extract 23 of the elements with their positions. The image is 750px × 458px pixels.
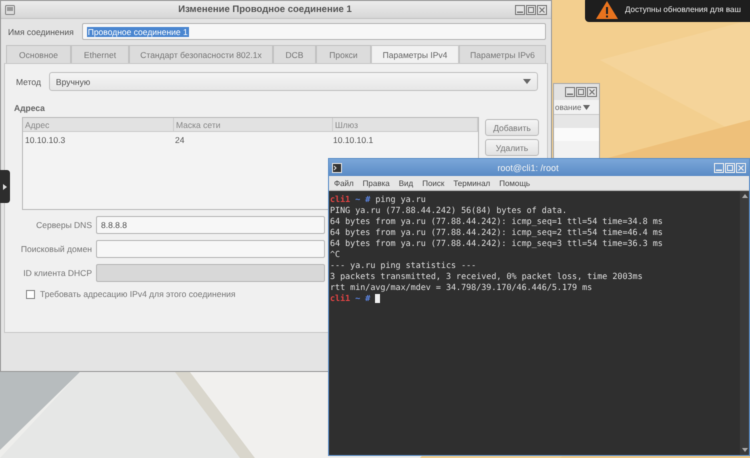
field-label: Поисковый домен [20,244,92,254]
terminal-line: 3 packets transmitted, 3 received, 0% packet loss, time 2003ms [330,271,643,282]
notification-text: Доступны обновления для ваш [625,5,741,14]
window-title: root@cli1: /root [496,162,560,172]
terminal-line: rtt min/avg/max/mdev = 34.798/39.170/46.446/5.179 ms [330,282,592,293]
terminal-line: --- ya.ru ping statistics --- [330,260,476,271]
field-label: ID клиента DHCP [22,268,92,278]
terminal-line: cli1 ~ # [330,293,370,304]
checkbox-label: Требовать адресацию IPv4 для этого соединения [40,289,236,299]
terminal-line: cli1 ~ # ping ya.ru [330,194,426,205]
field-label: Метод [15,76,41,86]
field-label: Серверы DNS [35,220,92,230]
terminal-line: 64 bytes from ya.ru (77.88.44.242): icmp_seq=3 ttl=54 time=36.3 ms [330,238,663,249]
terminal-line: 64 bytes from ya.ru (77.88.44.242): icmp_seq=2 ttl=54 time=46.4 ms [330,227,663,238]
terminal-line: 64 bytes from ya.ru (77.88.44.242): icmp_seq=1 ttl=54 time=34.8 ms [330,216,663,227]
table-cell-text: 10.10.10.1 [332,134,374,147]
field-label: Имя соединения [7,26,74,36]
table-cell-text: 10.10.10.3 [24,134,66,147]
terminal-line: ^C [330,249,340,260]
terminal-line: PING ya.ru (77.88.44.242) 56(84) bytes of data. [330,205,567,216]
section-heading: Адреса [14,103,46,113]
table-cell-text: 24 [174,134,186,147]
window-title: Изменение Проводное соединение 1 [177,4,353,15]
